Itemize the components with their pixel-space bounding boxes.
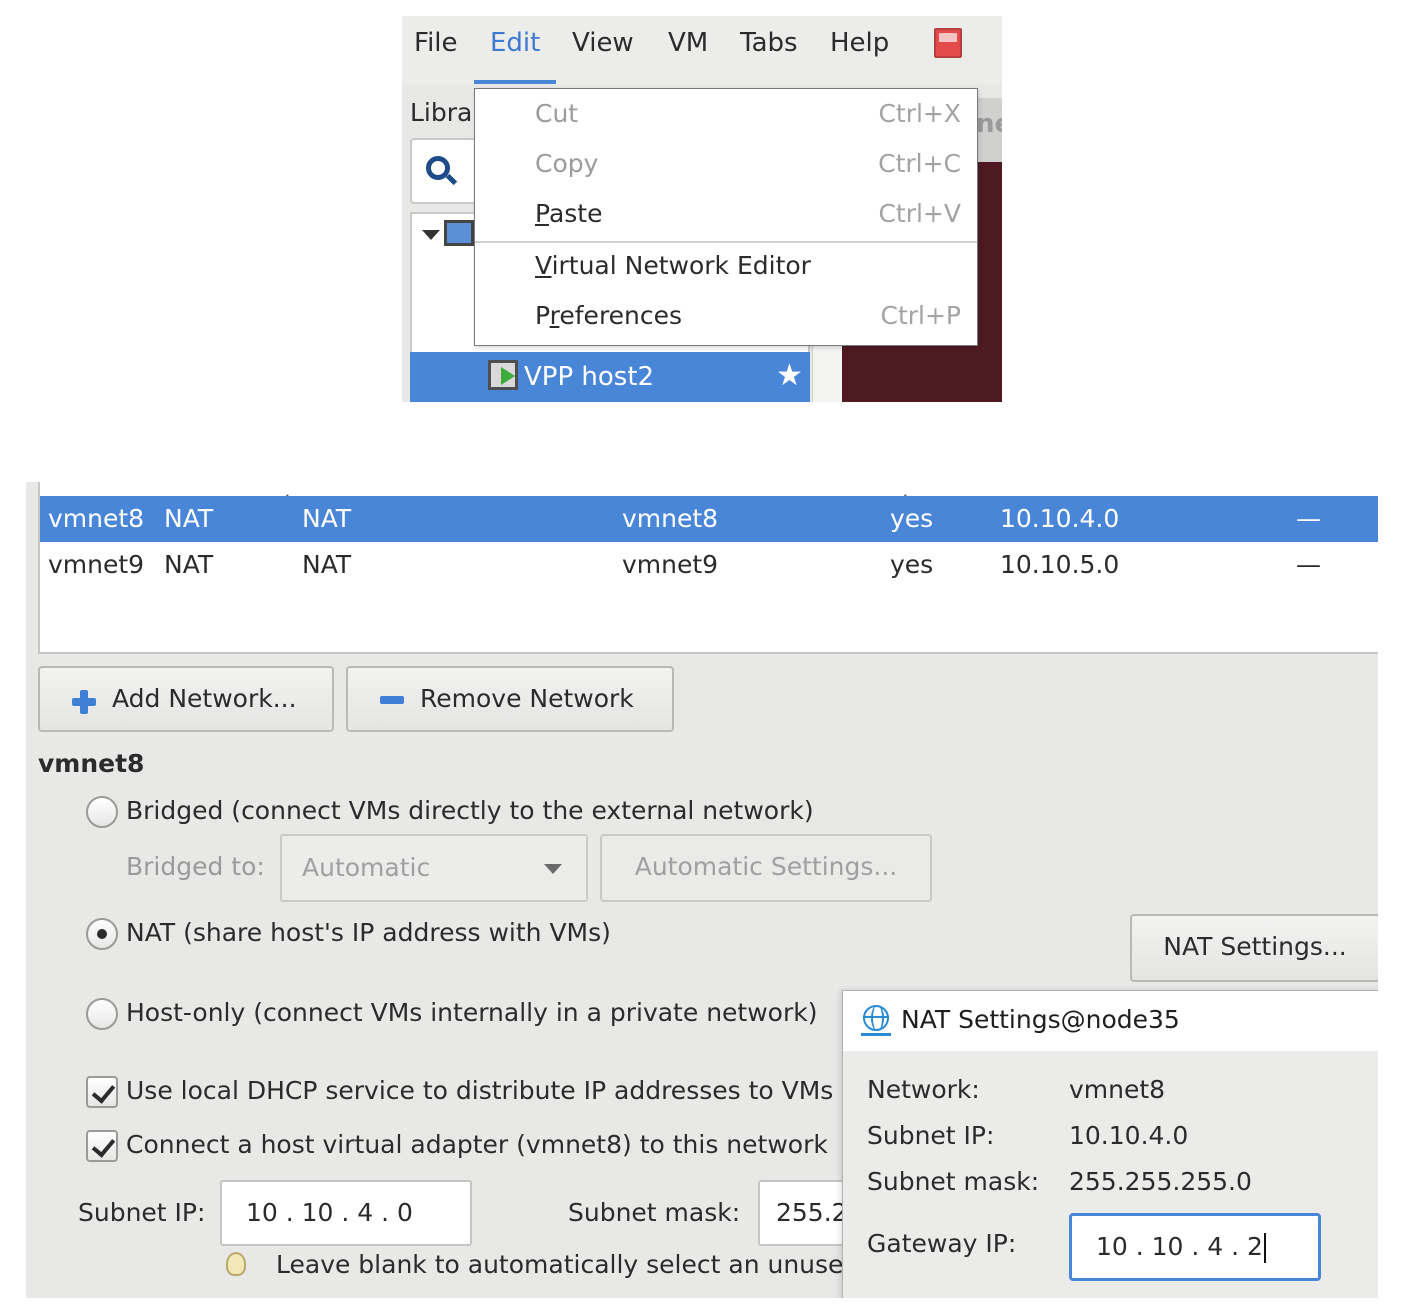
table-row[interactable]: vmnet9 NAT NAT vmnet9 yes 10.10.5.0 — xyxy=(40,542,1378,588)
gateway-ip-label: Gateway IP: xyxy=(867,1229,1017,1258)
add-network-button[interactable]: Add Network... xyxy=(38,666,334,732)
nat-radio[interactable] xyxy=(86,918,118,950)
menu-help[interactable]: Help xyxy=(830,26,889,60)
cell-host: vmnet8 xyxy=(622,504,719,533)
network-value: vmnet8 xyxy=(1069,1075,1166,1104)
remove-network-button[interactable]: Remove Network xyxy=(346,666,674,732)
stop-icon[interactable] xyxy=(934,28,962,58)
minus-icon xyxy=(380,696,404,704)
dialog-titlebar[interactable]: NAT Settings@node35 xyxy=(843,991,1378,1051)
select-value: Automatic xyxy=(302,853,431,882)
cell-dhcp: yes xyxy=(890,550,934,579)
chevron-down-icon xyxy=(544,864,562,874)
menu-item-cut[interactable]: Cut Ctrl+X xyxy=(475,89,977,139)
host-only-label: Host-only (connect VMs internally in a p… xyxy=(126,998,818,1027)
search-icon xyxy=(426,156,450,180)
cell-mtu: — xyxy=(1296,504,1321,533)
edit-dropdown-menu: Cut Ctrl+X Copy Ctrl+C Paste Ctrl+V Virt… xyxy=(474,88,978,346)
cell-subnet: 10.10.4.0 xyxy=(1000,504,1120,533)
subnet-ip-value: 10.10.4.0 xyxy=(1069,1121,1189,1150)
subnet-ip-label: Subnet IP: xyxy=(78,1198,206,1227)
network-section-title: vmnet8 xyxy=(38,749,145,778)
shortcut-label: Ctrl+P xyxy=(880,301,961,330)
virtual-network-editor-screenshot: , , vmnet8 NAT NAT vmnet8 yes 10.10.4.0 … xyxy=(26,482,1378,1298)
button-label: Remove Network xyxy=(420,684,634,713)
bridged-radio[interactable] xyxy=(86,796,118,828)
cell-mtu: — xyxy=(1296,550,1321,579)
menu-item-label: Paste xyxy=(535,199,603,228)
subnet-mask-value: 255.255.255.0 xyxy=(1069,1167,1252,1196)
lightbulb-icon xyxy=(226,1252,246,1276)
host-adapter-checkbox[interactable] xyxy=(86,1130,118,1162)
menu-item-virtual-network-editor[interactable]: Virtual Network Editor xyxy=(475,241,977,291)
gateway-ip-value: 10 . 10 . 4 . 2 xyxy=(1096,1232,1263,1261)
shortcut-label: Ctrl+C xyxy=(878,149,961,178)
cell-type: NAT xyxy=(164,504,214,533)
button-label: Automatic Settings... xyxy=(634,852,898,881)
button-label: Add Network... xyxy=(112,684,297,713)
globe-icon xyxy=(863,1005,889,1031)
nat-label: NAT (share host's IP address with VMs) xyxy=(126,918,611,947)
cell-name: vmnet9 xyxy=(48,550,145,579)
button-label: NAT Settings... xyxy=(1163,932,1347,961)
bridged-to-select[interactable]: Automatic xyxy=(280,834,588,902)
cell-name: vmnet8 xyxy=(48,504,145,533)
table-row[interactable]: vmnet8 NAT NAT vmnet8 yes 10.10.4.0 — xyxy=(40,496,1378,542)
favorite-star-icon[interactable]: ★ xyxy=(776,358,803,394)
subnet-mask-label: Subnet mask: xyxy=(568,1198,741,1227)
menu-item-label: Copy xyxy=(535,149,599,178)
vm-tab-partial[interactable]: ne xyxy=(976,98,1002,162)
menu-item-copy[interactable]: Copy Ctrl+C xyxy=(475,139,977,189)
shortcut-label: Ctrl+V xyxy=(878,199,961,228)
text-caret xyxy=(1263,1233,1266,1263)
bridged-to-label: Bridged to: xyxy=(126,852,265,881)
host-computer-icon xyxy=(444,220,474,246)
dhcp-checkbox[interactable] xyxy=(86,1076,118,1108)
library-label: Libra xyxy=(410,98,473,127)
menu-item-preferences[interactable]: Preferences Ctrl+P xyxy=(475,291,977,341)
menu-file[interactable]: File xyxy=(414,26,458,60)
nat-settings-dialog: NAT Settings@node35 Network: vmnet8 Subn… xyxy=(842,990,1378,1298)
menu-item-label: Cut xyxy=(535,99,579,128)
vm-name: VPP host2 xyxy=(524,362,655,392)
host-only-radio[interactable] xyxy=(86,998,118,1030)
menu-view[interactable]: View xyxy=(572,26,634,60)
vmware-edit-menu-screenshot: File Edit View VM Tabs Help Libra ne VPP… xyxy=(402,16,1002,402)
dhcp-label: Use local DHCP service to distribute IP … xyxy=(126,1076,834,1105)
globe-icon-base xyxy=(861,1033,891,1036)
menu-item-label: Virtual Network Editor xyxy=(535,251,811,280)
active-menu-indicator xyxy=(474,80,556,84)
network-label: Network: xyxy=(867,1075,980,1104)
cell-host: vmnet9 xyxy=(622,550,719,579)
bridged-label: Bridged (connect VMs directly to the ext… xyxy=(126,796,814,825)
library-item-selected-vm[interactable]: VPP host2 ★ xyxy=(410,352,810,402)
menu-vm[interactable]: VM xyxy=(668,26,708,60)
nat-settings-button[interactable]: NAT Settings... xyxy=(1130,914,1378,982)
host-adapter-label: Connect a host virtual adapter (vmnet8) … xyxy=(126,1130,828,1159)
cell-dhcp: yes xyxy=(890,504,934,533)
menu-item-paste[interactable]: Paste Ctrl+V xyxy=(475,189,977,239)
menu-edit[interactable]: Edit xyxy=(490,26,540,60)
cell-subnet: 10.10.5.0 xyxy=(1000,550,1120,579)
expand-arrow-icon[interactable] xyxy=(422,230,440,240)
subnet-ip-field[interactable]: 10 . 10 . 4 . 0 xyxy=(220,1180,472,1246)
cell-external: NAT xyxy=(302,550,352,579)
plus-icon xyxy=(72,690,96,714)
network-table: , , vmnet8 NAT NAT vmnet8 yes 10.10.4.0 … xyxy=(38,482,1378,654)
shortcut-label: Ctrl+X xyxy=(878,99,961,128)
subnet-ip-label: Subnet IP: xyxy=(867,1121,995,1150)
menu-item-label: Preferences xyxy=(535,301,683,330)
gateway-ip-input[interactable]: 10 . 10 . 4 . 2 xyxy=(1069,1213,1321,1281)
cell-external: NAT xyxy=(302,504,352,533)
cell-type: NAT xyxy=(164,550,214,579)
subnet-mask-label: Subnet mask: xyxy=(867,1167,1040,1196)
automatic-settings-button[interactable]: Automatic Settings... xyxy=(600,834,932,902)
menu-bar: File Edit View VM Tabs Help xyxy=(402,16,1002,84)
menu-tabs[interactable]: Tabs xyxy=(740,26,798,60)
vm-running-icon xyxy=(488,360,518,390)
dialog-title: NAT Settings@node35 xyxy=(901,1005,1180,1034)
